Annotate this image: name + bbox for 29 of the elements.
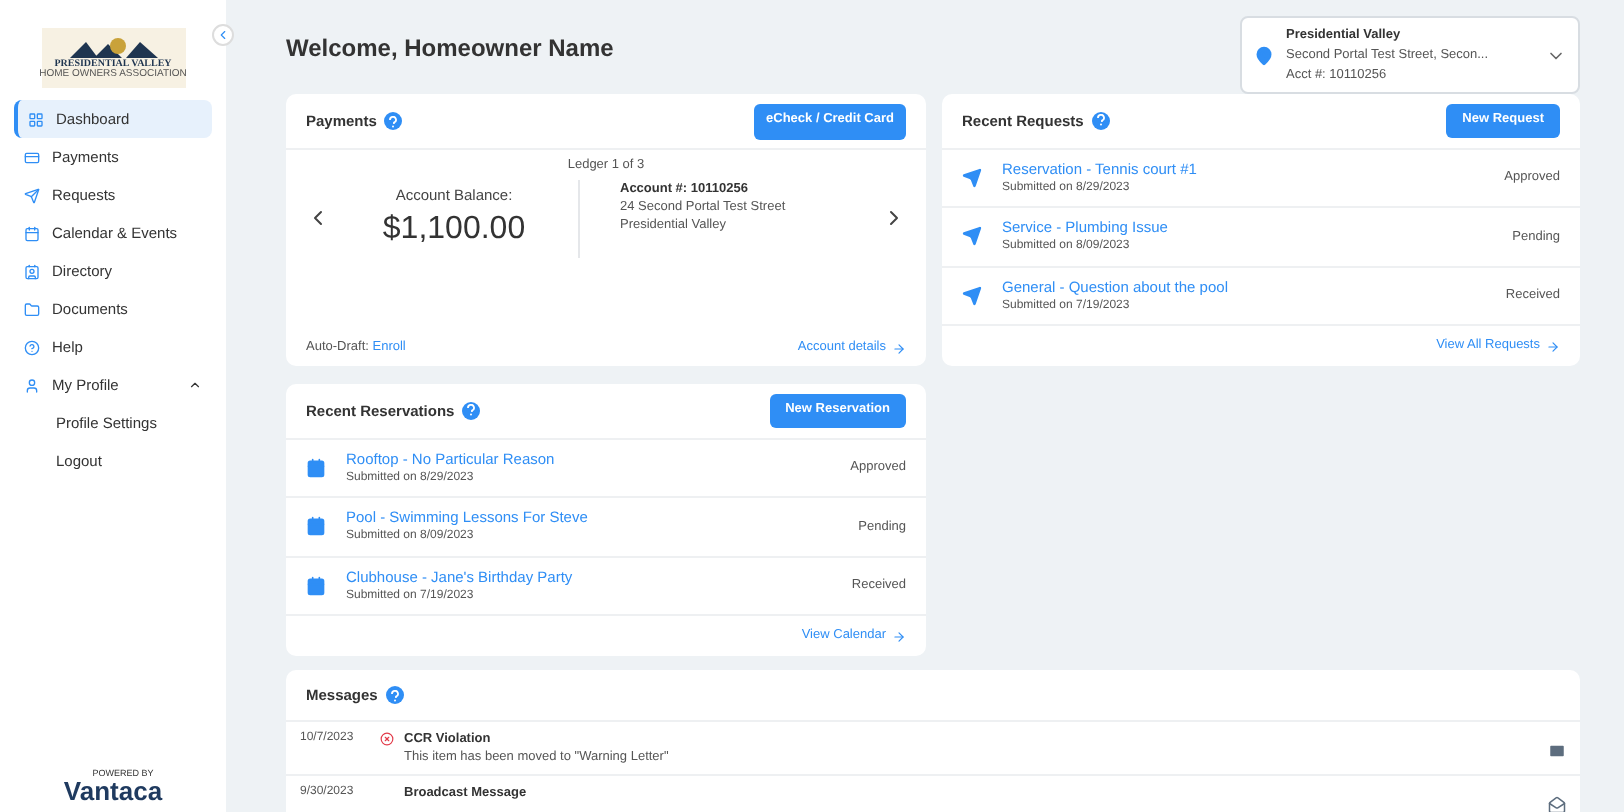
help-icon[interactable] [1091,111,1110,130]
brand-logo: Vantaca [63,778,163,804]
help-icon[interactable] [384,112,403,130]
arrow-right-icon [892,341,906,355]
mountains-icon [69,37,157,57]
contact-card-icon [24,263,40,279]
grid-icon [28,111,44,127]
help-icon[interactable] [462,401,481,420]
open-envelope-icon[interactable] [1548,796,1566,812]
folder-icon [24,301,40,317]
paper-plane-icon [962,226,982,247]
user-icon [24,377,40,393]
paper-plane-icon [962,286,982,306]
chevron-up-icon[interactable] [188,378,202,392]
paper-plane-icon [962,167,982,188]
arrow-right-icon [892,629,906,644]
page-title: Welcome, Homeowner Name [286,31,614,65]
calendar-icon [306,576,326,596]
paper-plane-icon [24,187,40,203]
balance-amount: $1,100.00 [382,210,526,250]
help-icon [24,339,40,355]
calendar-icon [306,516,326,537]
arrow-right-icon [1546,339,1560,354]
calendar-icon [24,225,40,241]
chevron-left-icon [216,28,230,42]
card-icon [24,149,40,165]
help-icon[interactable] [385,686,404,704]
calendar-icon [306,457,326,478]
map-pin-icon [1254,45,1274,65]
